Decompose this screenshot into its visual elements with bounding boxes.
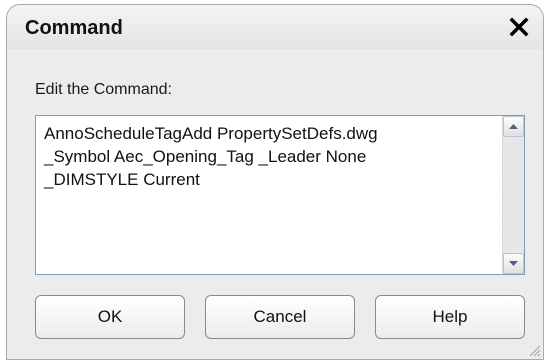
command-text[interactable]: AnnoScheduleTagAdd PropertySetDefs.dwg _… xyxy=(44,122,484,191)
scroll-down-button[interactable] xyxy=(503,253,524,274)
command-textarea[interactable]: AnnoScheduleTagAdd PropertySetDefs.dwg _… xyxy=(35,115,525,275)
resize-grip-icon xyxy=(529,345,541,357)
close-button[interactable] xyxy=(503,11,535,43)
cancel-button[interactable]: Cancel xyxy=(205,295,355,339)
vertical-scrollbar[interactable] xyxy=(502,116,524,274)
ok-button[interactable]: OK xyxy=(35,295,185,339)
page: Command Edit the Command: AnnoScheduleTa… xyxy=(0,0,546,363)
scroll-up-arrow-icon xyxy=(509,124,518,129)
close-icon xyxy=(509,17,529,37)
help-button[interactable]: Help xyxy=(375,295,525,339)
dialog-title: Command xyxy=(25,17,123,39)
title-bar[interactable]: Command xyxy=(7,5,543,49)
scroll-down-arrow-icon xyxy=(509,261,518,266)
command-dialog: Command Edit the Command: AnnoScheduleTa… xyxy=(6,4,544,360)
command-prompt-label: Edit the Command: xyxy=(35,81,172,98)
resize-grip[interactable] xyxy=(527,343,541,357)
scroll-up-button[interactable] xyxy=(503,116,524,137)
